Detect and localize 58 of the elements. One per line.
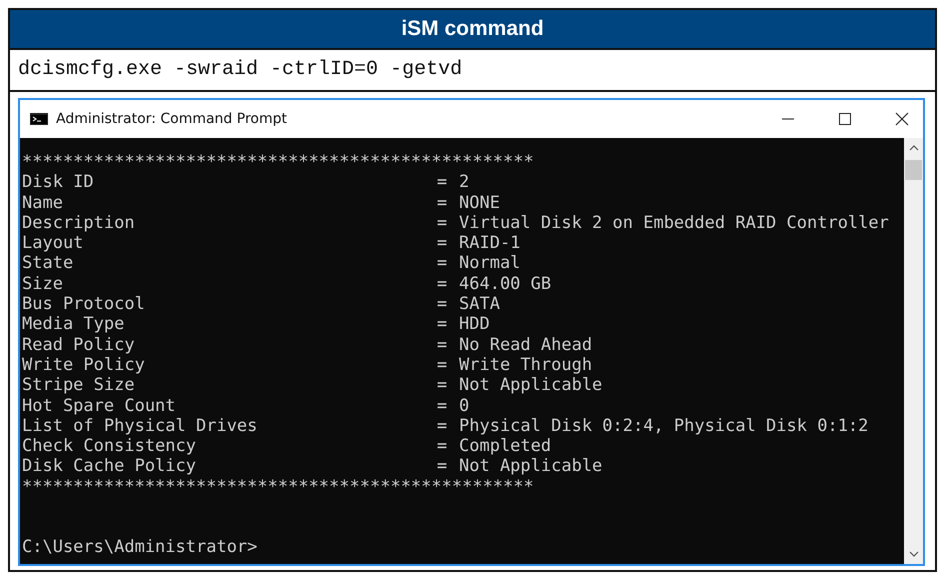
field-value: Write Through [459,354,592,376]
field-value: Completed [459,436,552,456]
field-value: NONE [459,192,500,213]
field-label: Description [22,212,136,234]
field-value: Not Applicable [459,456,602,477]
asterisk-line: ************************************************** [22,152,535,172]
close-icon[interactable] [895,112,909,126]
maximize-icon[interactable] [838,112,852,126]
command-prompt: C:\Users\Administrator> [22,537,258,558]
field-label: Disk Cache Policy [22,456,197,477]
field-value: Normal [459,253,520,274]
scroll-up-icon[interactable] [908,144,918,152]
field-label: Bus Protocol [22,294,146,314]
equals-sign: = [436,212,448,234]
console-icon [30,113,48,125]
field-label: Hot Spare Count [22,396,177,416]
scroll-thumb[interactable] [905,160,922,180]
field-value: 0 [459,396,470,416]
field-value: No Read Ahead [459,334,592,355]
equals-sign: = [436,416,448,436]
field-label: List of Physical Drives [22,416,258,436]
command-text: dcismcfg.exe -swraid -ctrlID=0 -getvd [10,50,935,92]
scroll-down-icon[interactable] [908,550,918,558]
equals-sign: = [436,314,448,335]
field-value: RAID-1 [459,233,520,254]
field-label: Media Type [22,314,126,335]
equals-sign: = [436,172,448,193]
equals-sign: = [436,253,448,274]
equals-sign: = [436,436,448,456]
equals-sign: = [436,294,448,314]
field-label: Name [22,192,64,213]
equals-sign: = [436,456,448,477]
field-value: Virtual Disk 2 on Embedded RAID Controller [459,212,889,234]
field-value: 464.00 GB [459,274,552,294]
field-label: Check Consistency [22,436,197,456]
equals-sign: = [436,375,448,396]
field-value: Not Applicable [459,375,602,396]
field-value: HDD [459,314,490,335]
field-label: Disk ID [22,172,95,193]
equals-sign: = [436,334,448,355]
window-title: Administrator: Command Prompt [56,111,287,127]
field-label: State [22,253,74,274]
field-value: Physical Disk 0:2:4, Physical Disk 0:1:2 [459,416,868,436]
equals-sign: = [436,192,448,213]
field-value: 2 [459,172,470,193]
equals-sign: = [436,354,448,376]
field-label: Size [22,274,64,294]
asterisk-line: ************************************************** [22,476,535,498]
equals-sign: = [436,274,448,294]
field-label: Layout [22,233,84,254]
field-label: Write Policy [22,354,146,376]
scrollbar[interactable] [904,138,923,564]
equals-sign: = [436,233,448,254]
field-value: SATA [459,294,500,314]
equals-sign: = [436,396,448,416]
field-label: Stripe Size [22,375,136,396]
field-label: Read Policy [22,334,136,355]
table-header: iSM command [10,10,935,50]
